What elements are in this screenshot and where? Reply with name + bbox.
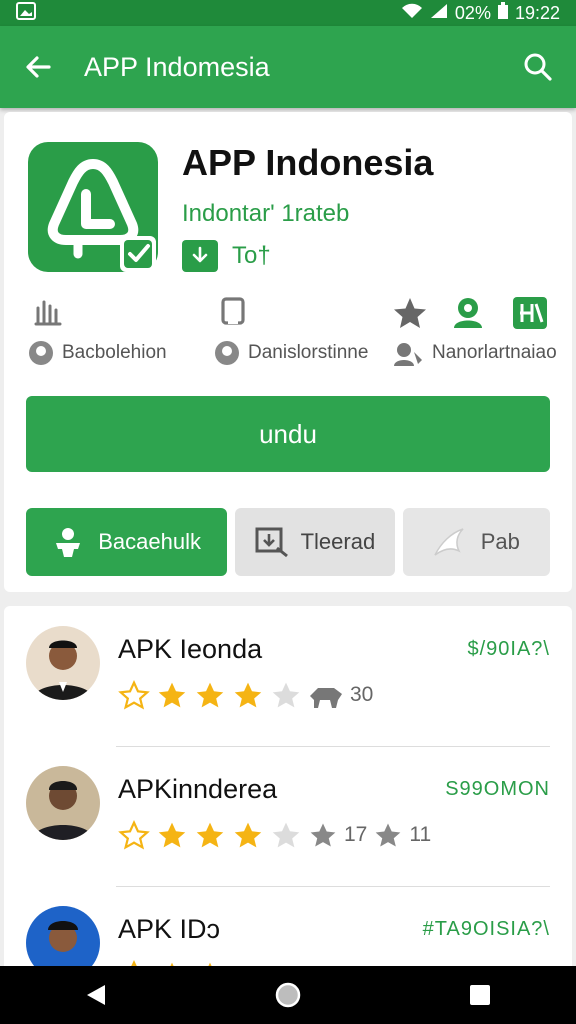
star-grey-icon: [310, 823, 336, 847]
item-title: APK IDɔ: [118, 914, 221, 944]
hand-icon: [34, 300, 62, 326]
nav-home-button[interactable]: [268, 975, 308, 1015]
screen: 02% 19:22 APP Indomesia APP Indonesia In…: [0, 0, 576, 1024]
rating: 17 11: [118, 820, 431, 850]
share-icon: [434, 528, 464, 556]
list-item[interactable]: APK Ieonda $/90IA?\ 30: [4, 606, 572, 746]
battery-percent: 02%: [454, 2, 491, 23]
stat-item: Nanorlartnaiao: [392, 296, 562, 376]
star-filled-icon: [234, 822, 262, 848]
tablet-icon: [221, 297, 245, 325]
avatar: [26, 626, 100, 700]
star-empty-icon: [272, 822, 300, 848]
action-tabs: Bacaehulk Tleerad Pab: [26, 508, 550, 578]
nav-back-button[interactable]: [76, 975, 116, 1015]
location-icon: [29, 341, 53, 365]
app-bar-title: APP Indomesia: [84, 51, 270, 82]
stat-item: Bacbolehion: [26, 296, 196, 376]
square-recents-icon: [470, 985, 490, 1005]
app-bar: APP Indomesia: [0, 26, 576, 108]
stat-label: Danislorstinne: [248, 342, 369, 363]
stat-label: Bacbolehion: [62, 342, 167, 363]
star-icon: [394, 298, 426, 328]
related-apps-list: APK Ieonda $/90IA?\ 30 APKinnderea S99OM…: [4, 606, 572, 1024]
tab-tertiary[interactable]: Pab: [402, 508, 550, 576]
user-badge-icon: [454, 298, 482, 328]
app-logo-icon: [28, 142, 158, 272]
reviewer-icon: [394, 343, 422, 366]
clock: 19:22: [514, 2, 560, 23]
star-filled-icon: [158, 822, 186, 848]
tab-secondary[interactable]: Tleerad: [235, 508, 395, 576]
animal-icon: [310, 688, 342, 708]
item-link[interactable]: S99OMON: [445, 778, 550, 801]
location-icon: [215, 341, 239, 365]
arrow-left-icon: [26, 56, 51, 78]
app-detail-card: APP Indonesia Indontar' 1rateb To† Bacbo…: [4, 112, 572, 592]
stat-item: Danislorstinne: [212, 296, 382, 376]
app-name: APP Indonesia: [182, 142, 434, 183]
search-icon: [524, 53, 552, 81]
item-title: APKinnderea: [118, 774, 278, 804]
search-button[interactable]: [518, 47, 558, 87]
back-button[interactable]: [18, 47, 58, 87]
app-stats: Bacbolehion Danislorstinne Nanorlartnaia…: [26, 296, 557, 376]
gallery-notification-icon: [16, 1, 36, 25]
download-badge-row: To†: [182, 240, 271, 272]
battery-icon: [497, 1, 509, 25]
tab-primary[interactable]: Bacaehulk: [26, 508, 228, 576]
signal-icon: [429, 2, 449, 25]
nav-recents-button[interactable]: [460, 975, 500, 1015]
triangle-back-icon: [87, 985, 105, 1005]
download-icon: [182, 240, 218, 272]
app-developer: Indontar' 1rateb: [182, 200, 350, 227]
circle-home-icon: [275, 982, 301, 1008]
badge-label: To†: [232, 242, 271, 269]
tab-label: Bacaehulk: [98, 529, 201, 554]
list-item[interactable]: APKinnderea S99OMON 17 11: [4, 746, 572, 886]
star-outline-icon: [118, 680, 150, 710]
star-filled-icon: [158, 682, 186, 708]
tab-label: Pab: [480, 529, 520, 554]
star-grey-icon: [376, 823, 401, 847]
star-filled-icon: [234, 682, 262, 708]
star-filled-icon: [196, 682, 224, 708]
rating: 30: [118, 680, 373, 710]
person-icon: [56, 528, 81, 557]
tab-label: Tleerad: [300, 529, 376, 554]
item-link[interactable]: $/90IA?\: [467, 638, 550, 661]
star-empty-icon: [272, 682, 300, 708]
install-button[interactable]: undu: [26, 396, 550, 472]
stat-label: Nanorlartnaiao: [432, 342, 557, 363]
rating-count: 30: [350, 683, 374, 706]
item-link[interactable]: #TA9OISIA?\: [423, 918, 550, 941]
system-nav-bar: [0, 966, 576, 1024]
star-outline-icon: [118, 820, 150, 850]
rating-count: 11: [409, 823, 432, 846]
star-filled-icon: [196, 822, 224, 848]
wifi-icon: [401, 2, 423, 25]
status-bar: 02% 19:22: [0, 0, 576, 26]
download-box-icon: [255, 527, 288, 558]
rating-count: 17: [344, 823, 368, 846]
avatar: [26, 766, 100, 840]
grid-app-icon: [513, 297, 547, 329]
item-title: APK Ieonda: [118, 634, 263, 664]
